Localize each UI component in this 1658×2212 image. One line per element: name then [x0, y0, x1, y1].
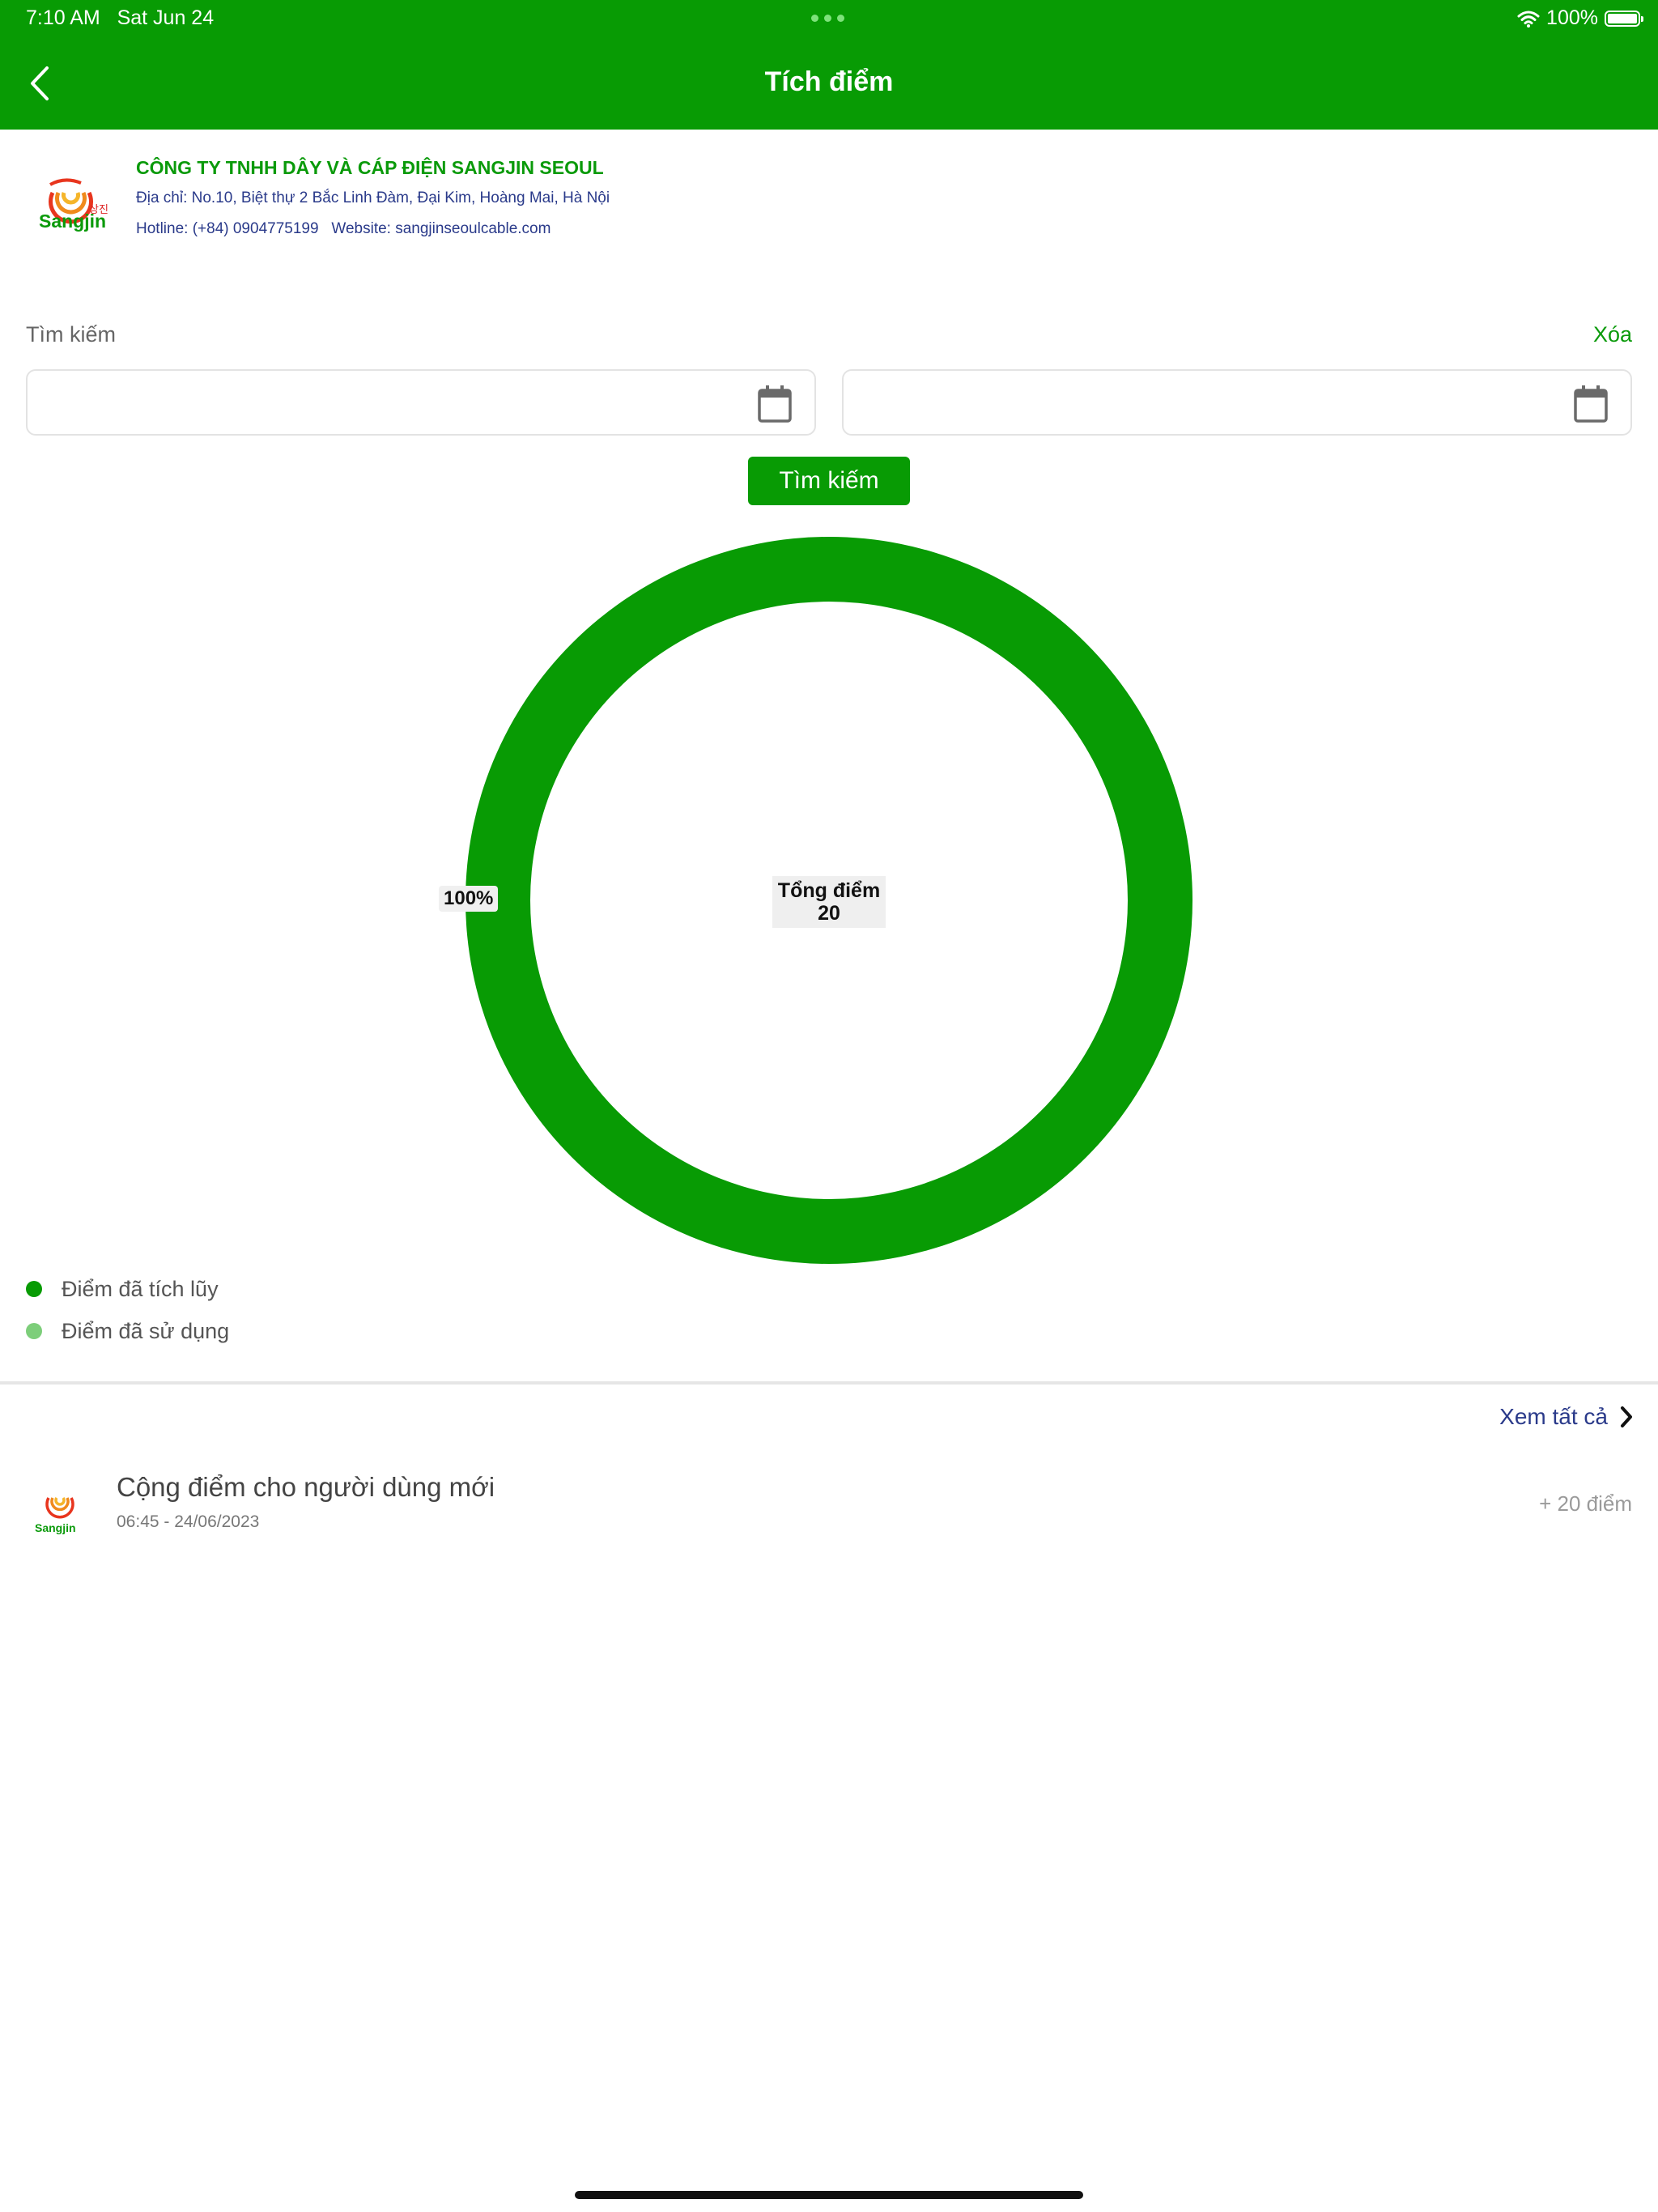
battery-percent: 100% [1546, 6, 1598, 29]
total-points-label: Tổng điểm 20 [772, 876, 886, 928]
legend-label: Điểm đã sử dụng [62, 1318, 230, 1343]
wifi-icon [1517, 11, 1540, 28]
history-item-title: Cộng điểm cho người dùng mới [117, 1472, 495, 1502]
company-address: Địa chỉ: No.10, Biệt thự 2 Bắc Linh Đàm,… [136, 189, 610, 206]
to-date-field[interactable] [842, 369, 1632, 436]
calendar-icon[interactable] [758, 385, 792, 423]
calendar-icon[interactable] [1574, 385, 1608, 423]
chart-legend: Điểm đã tích lũy Điểm đã sử dụng [26, 1268, 229, 1352]
app-header: 7:10 AM Sat Jun 24 100% Tích điểm [0, 0, 1658, 130]
legend-item-accumulated: Điểm đã tích lũy [26, 1268, 229, 1310]
home-indicator[interactable] [575, 2191, 1083, 2199]
slice-percent-label: 100% [439, 886, 499, 912]
battery-icon [1605, 10, 1643, 27]
logo-text: Sangjin [39, 211, 107, 232]
history-list-item[interactable]: Sangjin Cộng điểm cho người dùng mới 06:… [0, 1457, 1658, 1546]
history-item-time: 06:45 - 24/06/2023 [117, 1512, 260, 1531]
view-all-label: Xem tất cả [1499, 1404, 1608, 1429]
multitasking-dots[interactable] [811, 15, 844, 22]
total-points-title: Tổng điểm [777, 879, 881, 902]
clear-button[interactable]: Xóa [1593, 322, 1632, 347]
company-contact: Hotline: (+84) 0904775199 Website: sangj… [136, 220, 551, 237]
legend-label: Điểm đã tích lũy [62, 1276, 219, 1301]
history-item-points: + 20 điểm [1539, 1491, 1632, 1516]
view-all-link[interactable]: Xem tất cả [1499, 1404, 1634, 1430]
legend-dot [26, 1281, 42, 1297]
status-right: 100% [1517, 6, 1643, 30]
chevron-right-icon [1621, 1406, 1632, 1427]
svg-text:Sangjin: Sangjin [35, 1521, 76, 1534]
company-logo: Sangjin [35, 1496, 76, 1534]
total-points-value: 20 [818, 902, 840, 925]
company-info: 상진 Sangjin CÔNG TY TNHH DÂY VÀ CÁP ĐIỆN … [32, 154, 1328, 251]
page-title: Tích điểm [764, 66, 894, 97]
search-label: Tìm kiếm [26, 322, 116, 347]
section-divider [0, 1381, 1658, 1385]
from-date-field[interactable] [26, 369, 816, 436]
company-name: CÔNG TY TNHH DÂY VÀ CÁP ĐIỆN SANGJIN SEO… [136, 157, 604, 178]
legend-item-used: Điểm đã sử dụng [26, 1310, 229, 1352]
search-button[interactable]: Tìm kiếm [748, 457, 910, 505]
status-time: 7:10 AM Sat Jun 24 [26, 6, 215, 29]
legend-dot [26, 1323, 42, 1339]
